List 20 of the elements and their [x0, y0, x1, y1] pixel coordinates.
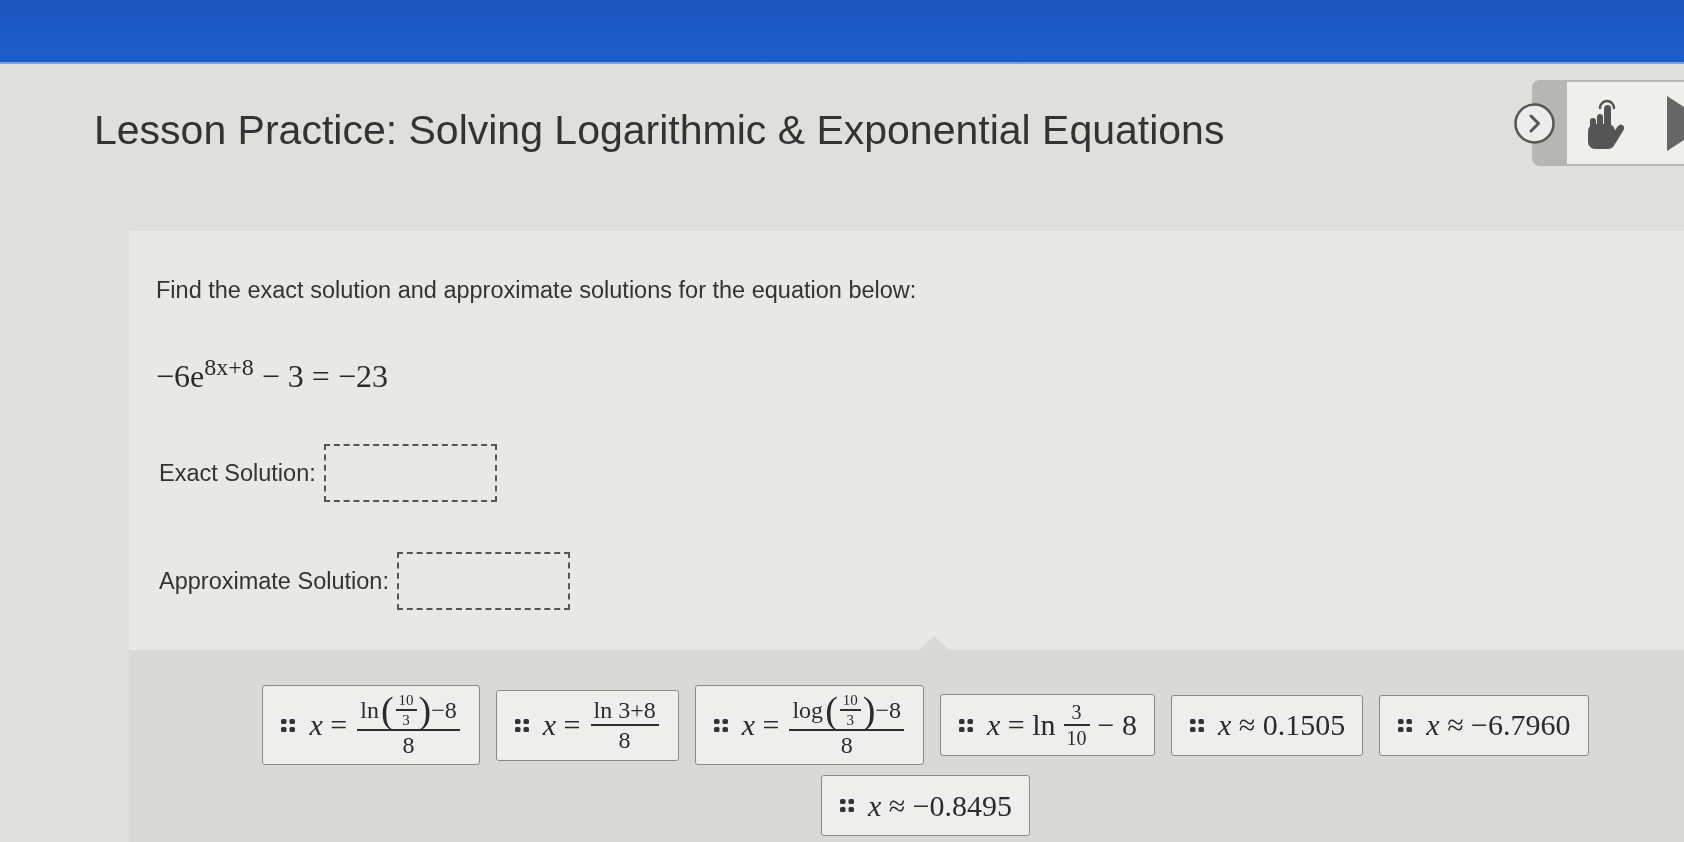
- drag-handle-icon: [514, 718, 529, 732]
- instruction-text: Find the exact solution and approximate solutions for the equation below:: [156, 277, 917, 304]
- drag-handle-icon: [281, 718, 296, 732]
- tap-hand-icon[interactable]: [1585, 97, 1625, 149]
- field-label: Approximate Solution:: [159, 567, 389, 595]
- answer-tile[interactable]: x ≈ 0.1505: [1171, 694, 1364, 756]
- chevron-right-icon[interactable]: [1514, 102, 1555, 144]
- lesson-title: Lesson Practice: Solving Logarithmic & Exponential Equations: [93, 106, 1225, 154]
- drag-handle-icon: [1190, 718, 1204, 732]
- answer-box[interactable]: [396, 552, 570, 610]
- drag-handle-icon: [839, 799, 854, 813]
- equation: −6e$^{8x+8}$ − 3 = −23: [156, 358, 388, 394]
- drag-handle-icon: [713, 718, 728, 732]
- drag-handle-icon: [959, 718, 973, 732]
- answer-tile[interactable]: x ≈ −6.7960: [1379, 694, 1589, 756]
- field-label: Exact Solution:: [159, 459, 316, 487]
- answer-tile[interactable]: x ≈ −0.8495: [820, 775, 1031, 837]
- play-icon[interactable]: [1667, 95, 1684, 151]
- answer-box[interactable]: [323, 444, 497, 502]
- drag-handle-icon: [1398, 718, 1413, 732]
